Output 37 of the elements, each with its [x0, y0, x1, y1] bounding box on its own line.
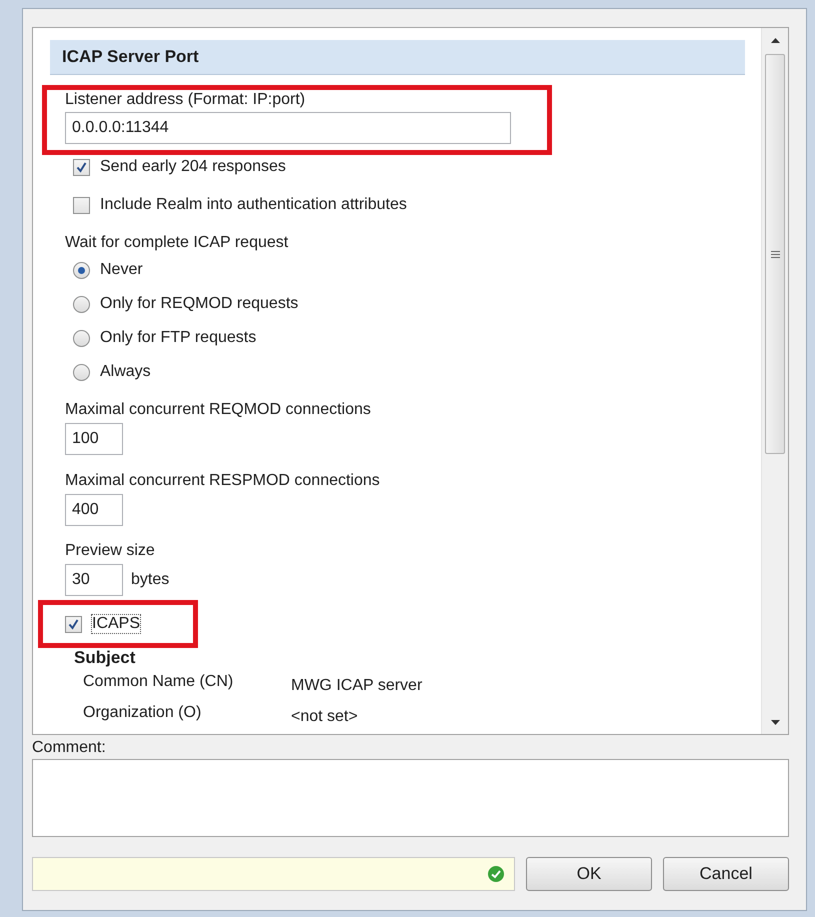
number-field[interactable]: 100: [65, 423, 123, 455]
radio-label: Always: [100, 363, 151, 381]
field-label: Maximal concurrent RESPMOD connections: [65, 471, 381, 491]
radio-button[interactable]: [73, 296, 90, 312]
field-label: Listener address (Format: IP:port): [65, 90, 306, 110]
comment-field[interactable]: [32, 759, 789, 837]
address-field[interactable]: 0.0.0.0:11344: [65, 112, 511, 144]
scroll-thumb[interactable]: [765, 54, 785, 454]
scrollbar[interactable]: [761, 28, 788, 734]
checkbox[interactable]: [73, 158, 90, 176]
radio-label: Only for REQMOD requests: [100, 295, 298, 313]
attribute-name: Common Name (CN): [83, 672, 234, 692]
checkbox[interactable]: [65, 616, 82, 632]
checkbox-label: Send early 204 responses: [100, 158, 286, 176]
radio-button[interactable]: [73, 330, 90, 346]
group-label: Wait for complete ICAP request: [65, 233, 290, 253]
number-field[interactable]: 30: [65, 564, 123, 596]
section-header: ICAP Server Port: [50, 40, 745, 75]
unit-label: bytes: [131, 571, 170, 589]
ok-button[interactable]: OK: [526, 857, 652, 891]
radio-label: Only for FTP requests: [100, 329, 256, 347]
number-field[interactable]: 400: [65, 494, 123, 526]
radio-label: Never: [100, 261, 143, 279]
checkbox[interactable]: [73, 196, 90, 214]
radio-button[interactable]: [73, 364, 90, 380]
field-label: Maximal concurrent REQMOD connections: [65, 400, 372, 420]
checkbox-label: Include Realm into authentication attributes: [100, 196, 407, 214]
attribute-value: <not set>: [291, 707, 358, 727]
attribute-value: MWG ICAP server: [291, 676, 422, 696]
attribute-name: Organization (O): [83, 703, 202, 723]
checkbox-label: ICAPS: [92, 615, 140, 633]
subject-heading: Subject: [74, 648, 136, 668]
field-label: Preview size: [65, 541, 156, 561]
check-circle-icon: [488, 866, 504, 882]
radio-button[interactable]: [73, 262, 90, 278]
comment-label: Comment:: [32, 739, 107, 757]
cancel-button[interactable]: Cancel: [663, 857, 789, 891]
